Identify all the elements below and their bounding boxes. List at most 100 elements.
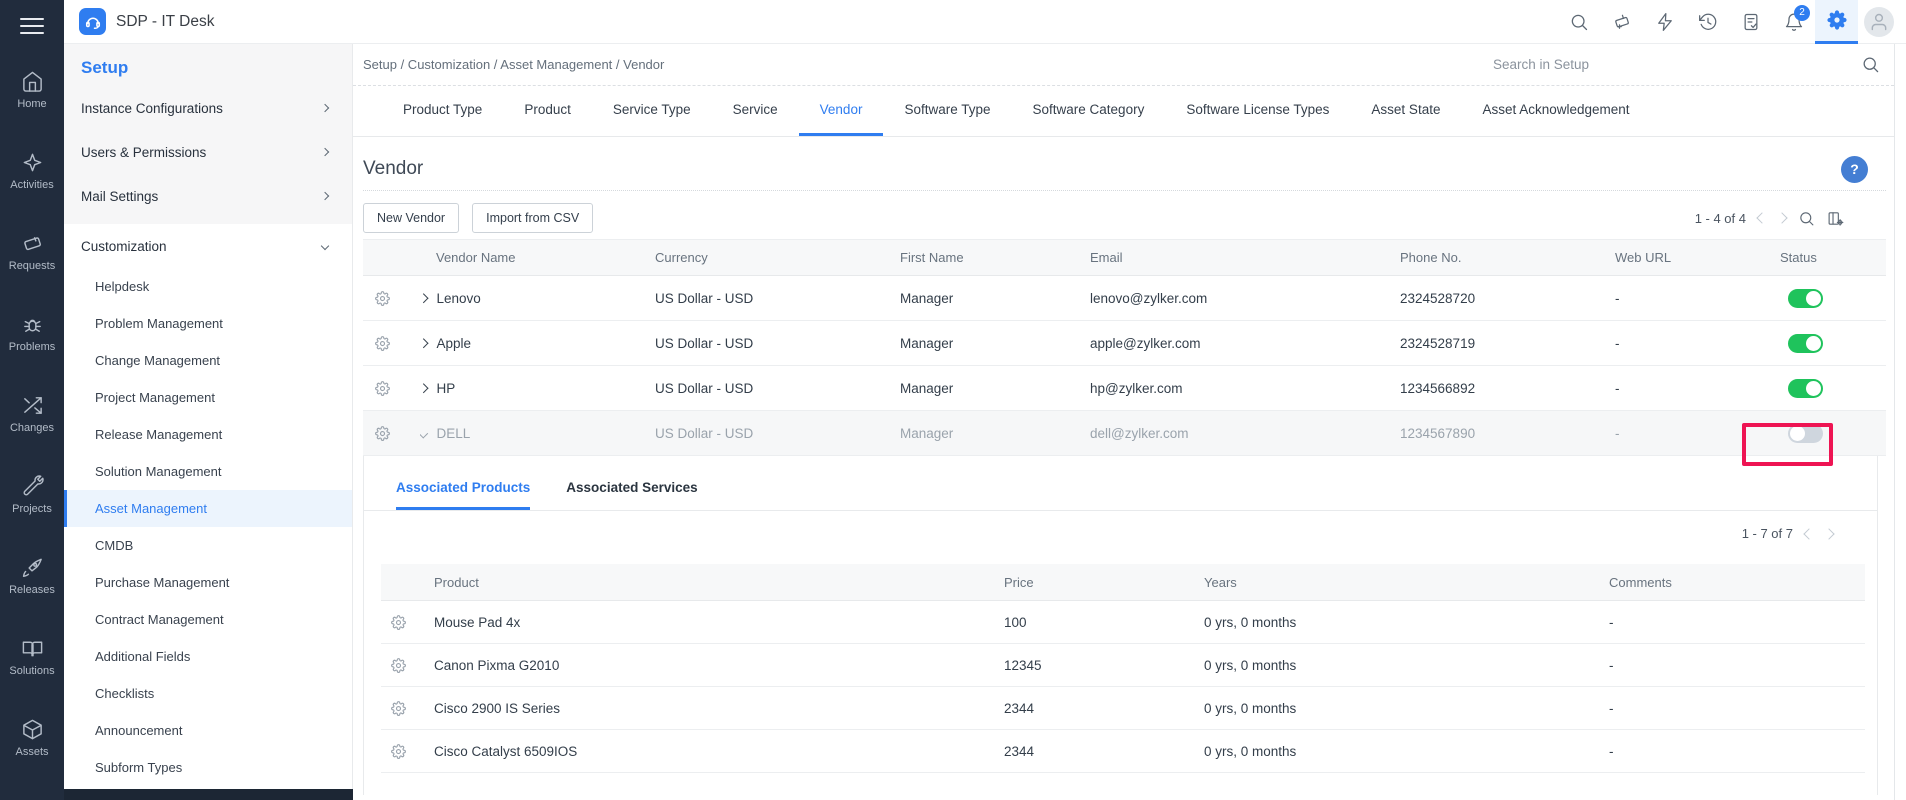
pagination-next-icon[interactable] (1823, 528, 1834, 539)
sidebar-item-checklists[interactable]: Checklists (64, 675, 352, 712)
row-settings-gear-icon[interactable] (375, 291, 390, 306)
product-row[interactable]: Cisco Catalyst 6509IOS 2344 0 yrs, 0 mon… (381, 730, 1865, 773)
sidebar-item-helpdesk[interactable]: Helpdesk (64, 268, 352, 305)
tab-service[interactable]: Service (712, 86, 799, 136)
vendor-row-lenovo[interactable]: Lenovo US Dollar - USD Manager lenovo@zy… (363, 276, 1886, 321)
row-settings-gear-icon[interactable] (391, 658, 406, 673)
history-icon[interactable] (1686, 0, 1729, 44)
sidebar-item-mail-settings[interactable]: Mail Settings (64, 174, 352, 218)
new-vendor-button[interactable]: New Vendor (363, 203, 459, 233)
row-settings-gear-icon[interactable] (375, 426, 390, 441)
tab-vendor[interactable]: Vendor (799, 86, 884, 136)
tab-associated-services[interactable]: Associated Services (566, 480, 697, 510)
rail-item-solutions[interactable]: Solutions (0, 623, 64, 691)
rail-item-releases[interactable]: Releases (0, 542, 64, 610)
rail-item-changes[interactable]: Changes (0, 380, 64, 448)
tab-associated-products[interactable]: Associated Products (396, 480, 530, 510)
expand-chevron-icon[interactable] (420, 338, 428, 347)
tab-asset-state[interactable]: Asset State (1350, 86, 1461, 136)
tab-software-license-types[interactable]: Software License Types (1165, 86, 1350, 136)
product-name: Cisco 2900 IS Series (421, 701, 991, 716)
user-avatar[interactable] (1864, 7, 1894, 37)
tab-product-type[interactable]: Product Type (382, 86, 503, 136)
sidebar-item-change-management[interactable]: Change Management (64, 342, 352, 379)
status-toggle-on[interactable] (1788, 379, 1823, 398)
sidebar-item-subform-types[interactable]: Subform Types (64, 749, 352, 786)
rail-item-projects[interactable]: Projects (0, 461, 64, 529)
expand-chevron-icon[interactable] (420, 293, 428, 302)
tab-asset-acknowledgement[interactable]: Asset Acknowledgement (1461, 86, 1650, 136)
col-years: Years (1191, 575, 1596, 590)
sidebar-item-problem-management[interactable]: Problem Management (64, 305, 352, 342)
global-search-icon[interactable] (1557, 0, 1600, 44)
sidebar-item-instance-configurations[interactable]: Instance Configurations (64, 86, 352, 130)
search-icon[interactable] (1861, 55, 1880, 74)
row-settings-gear-icon[interactable] (375, 336, 390, 351)
sidebar-item-additional-fields[interactable]: Additional Fields (64, 638, 352, 675)
breadcrumb[interactable]: Setup / Customization / Asset Management… (363, 57, 664, 72)
tab-software-category[interactable]: Software Category (1012, 86, 1166, 136)
sidebar-item-cmdb[interactable]: CMDB (64, 527, 352, 564)
tab-software-type[interactable]: Software Type (883, 86, 1011, 136)
product-row[interactable]: Mouse Pad 4x 100 0 yrs, 0 months - (381, 601, 1865, 644)
chevron-right-icon (321, 104, 329, 112)
vendor-row-hp[interactable]: HP US Dollar - USD Manager hp@zylker.com… (363, 366, 1886, 411)
quick-actions-icon[interactable] (1643, 0, 1686, 44)
search-in-setup-input[interactable] (1491, 56, 1851, 73)
sidebar-item-users-permissions[interactable]: Users & Permissions (64, 130, 352, 174)
sidebar-item-customization[interactable]: Customization (64, 224, 352, 268)
pagination-prev-icon[interactable] (1756, 212, 1767, 223)
scrollbar-gutter[interactable] (1894, 44, 1906, 800)
product-row[interactable]: Canon Pixma G2010 12345 0 yrs, 0 months … (381, 644, 1865, 687)
status-toggle-on[interactable] (1788, 289, 1823, 308)
pagination-next-icon[interactable] (1776, 212, 1787, 223)
table-search-icon[interactable] (1798, 210, 1815, 227)
setup-sidebar: Setup Instance Configurations Users & Pe… (64, 44, 353, 800)
column-settings-icon[interactable] (1827, 210, 1844, 227)
rail-item-home[interactable]: Home (0, 56, 64, 124)
hamburger-menu-icon[interactable] (20, 13, 44, 31)
rail-item-requests[interactable]: Requests (0, 218, 64, 286)
import-from-csv-button[interactable]: Import from CSV (472, 203, 593, 233)
help-button[interactable]: ? (1841, 156, 1868, 183)
vendor-name: Apple (437, 336, 472, 351)
rail-item-activities[interactable]: Activities (0, 137, 64, 205)
sidebar-item-release-management[interactable]: Release Management (64, 416, 352, 453)
rail-item-problems[interactable]: Problems (0, 299, 64, 367)
collapse-chevron-icon[interactable] (420, 428, 428, 437)
sidebar-item-contract-management[interactable]: Contract Management (64, 601, 352, 638)
row-settings-gear-icon[interactable] (391, 615, 406, 630)
vendor-pagination-text: 1 - 4 of 4 (1695, 211, 1746, 226)
tab-service-type[interactable]: Service Type (592, 86, 712, 136)
row-settings-gear-icon[interactable] (391, 701, 406, 716)
approvals-icon[interactable] (1729, 0, 1772, 44)
pagination-prev-icon[interactable] (1803, 528, 1814, 539)
top-bar: SDP - IT Desk 2 (64, 0, 1906, 44)
vendor-email: hp@zylker.com (1075, 381, 1385, 396)
status-toggle-off[interactable] (1788, 424, 1823, 443)
expand-chevron-icon[interactable] (420, 383, 428, 392)
divider (363, 190, 1886, 191)
add-request-icon[interactable] (1600, 0, 1643, 44)
vendor-web-url: - (1600, 291, 1765, 306)
tab-product[interactable]: Product (503, 86, 592, 136)
status-toggle-on[interactable] (1788, 334, 1823, 353)
ticket-icon (21, 232, 44, 255)
vendor-row-apple[interactable]: Apple US Dollar - USD Manager apple@zylk… (363, 321, 1886, 366)
vendor-email: lenovo@zylker.com (1075, 291, 1385, 306)
row-settings-gear-icon[interactable] (375, 381, 390, 396)
row-settings-gear-icon[interactable] (391, 744, 406, 759)
rail-item-assets[interactable]: Assets (0, 704, 64, 772)
col-email: Email (1075, 250, 1385, 265)
setup-gear-icon[interactable] (1815, 0, 1858, 44)
sidebar-item-project-management[interactable]: Project Management (64, 379, 352, 416)
sidebar-item-purchase-management[interactable]: Purchase Management (64, 564, 352, 601)
main-content: Setup / Customization / Asset Management… (353, 44, 1894, 800)
sidebar-item-announcement[interactable]: Announcement (64, 712, 352, 749)
notifications-bell-icon[interactable]: 2 (1772, 0, 1815, 44)
sidebar-item-solution-management[interactable]: Solution Management (64, 453, 352, 490)
product-row[interactable]: Cisco 2900 IS Series 2344 0 yrs, 0 month… (381, 687, 1865, 730)
cube-icon (21, 718, 44, 741)
sidebar-item-asset-management[interactable]: Asset Management (64, 490, 352, 527)
vendor-row-dell-expanded[interactable]: DELL US Dollar - USD Manager dell@zylker… (363, 411, 1886, 456)
